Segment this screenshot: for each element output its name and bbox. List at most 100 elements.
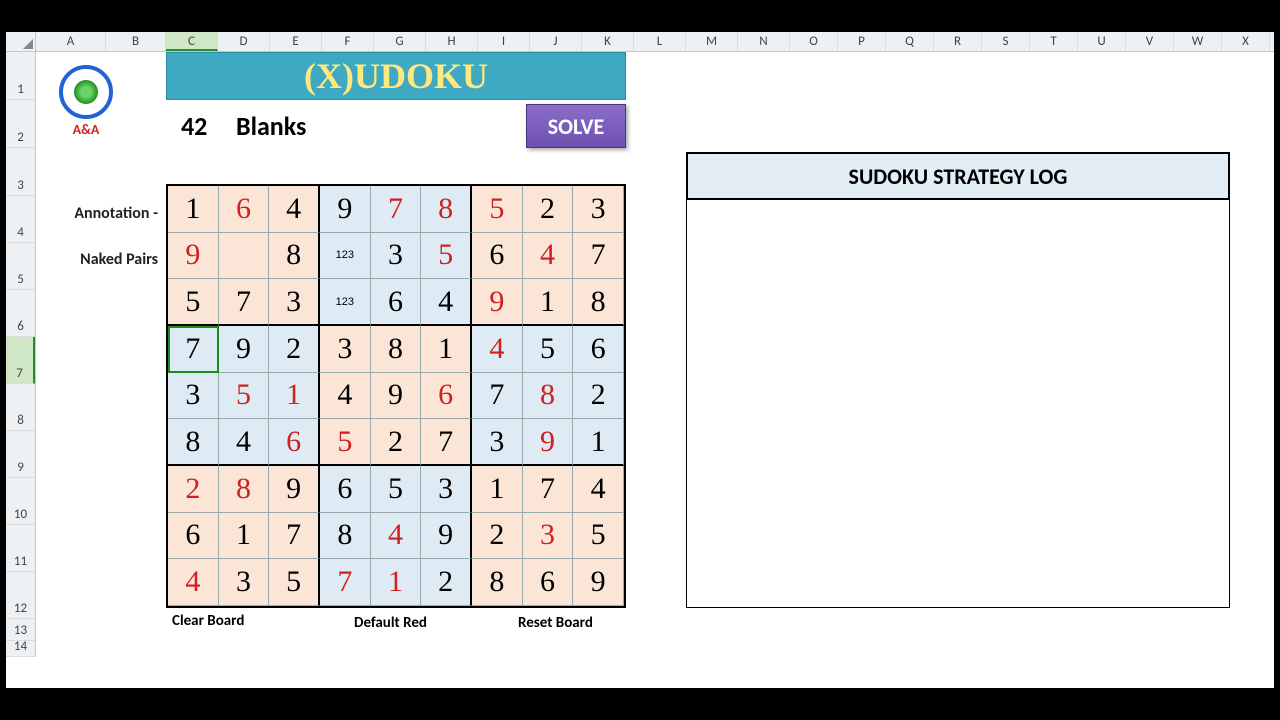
cell-r8-c8[interactable]: 3 xyxy=(523,513,574,560)
cell-r9-c5[interactable]: 1 xyxy=(371,559,422,606)
col-header-Q[interactable]: Q xyxy=(886,32,934,51)
cell-r5-c6[interactable]: 6 xyxy=(421,373,472,420)
cell-r9-c2[interactable]: 3 xyxy=(219,559,270,606)
col-header-P[interactable]: P xyxy=(838,32,886,51)
cell-r8-c2[interactable]: 1 xyxy=(219,513,270,560)
row-header-10[interactable]: 10 xyxy=(6,478,35,525)
col-header-G[interactable]: G xyxy=(374,32,426,51)
cell-r5-c5[interactable]: 9 xyxy=(371,373,422,420)
cell-r8-c1[interactable]: 6 xyxy=(168,513,219,560)
col-header-J[interactable]: J xyxy=(530,32,582,51)
col-header-D[interactable]: D xyxy=(218,32,270,51)
cell-r3-c8[interactable]: 1 xyxy=(523,279,574,326)
cell-r8-c6[interactable]: 9 xyxy=(421,513,472,560)
cell-r1-c4[interactable]: 9 xyxy=(320,186,371,233)
cell-r3-c6[interactable]: 4 xyxy=(421,279,472,326)
cell-r7-c1[interactable]: 2 xyxy=(168,466,219,513)
cell-r2-c5[interactable]: 3 xyxy=(371,233,422,280)
row-header-2[interactable]: 2 xyxy=(6,100,35,148)
col-header-O[interactable]: O xyxy=(790,32,838,51)
cell-r9-c3[interactable]: 5 xyxy=(269,559,320,606)
col-header-V[interactable]: V xyxy=(1126,32,1174,51)
cell-r9-c9[interactable]: 9 xyxy=(573,559,624,606)
cell-r2-c6[interactable]: 5 xyxy=(421,233,472,280)
cell-r4-c2[interactable]: 9 xyxy=(219,326,270,373)
row-header-8[interactable]: 8 xyxy=(6,384,35,431)
cell-r8-c3[interactable]: 7 xyxy=(269,513,320,560)
cell-r7-c4[interactable]: 6 xyxy=(320,466,371,513)
cell-r3-c1[interactable]: 5 xyxy=(168,279,219,326)
strategy-log-body[interactable] xyxy=(686,200,1230,608)
cell-r9-c7[interactable]: 8 xyxy=(472,559,523,606)
cell-r5-c7[interactable]: 7 xyxy=(472,373,523,420)
cell-r8-c9[interactable]: 5 xyxy=(573,513,624,560)
cell-r2-c3[interactable]: 8 xyxy=(269,233,320,280)
cell-r9-c6[interactable]: 2 xyxy=(421,559,472,606)
cell-r5-c4[interactable]: 4 xyxy=(320,373,371,420)
col-header-T[interactable]: T xyxy=(1030,32,1078,51)
col-header-N[interactable]: N xyxy=(738,32,790,51)
cell-r4-c4[interactable]: 3 xyxy=(320,326,371,373)
cell-r3-c3[interactable]: 3 xyxy=(269,279,320,326)
row-header-1[interactable]: 1 xyxy=(6,52,35,100)
reset-board-button[interactable]: Reset Board xyxy=(518,614,593,632)
select-all-corner[interactable] xyxy=(6,32,36,52)
cell-r3-c2[interactable]: 7 xyxy=(219,279,270,326)
cell-r7-c6[interactable]: 3 xyxy=(421,466,472,513)
cell-r5-c3[interactable]: 1 xyxy=(269,373,320,420)
cell-r2-c9[interactable]: 7 xyxy=(573,233,624,280)
cell-r2-c2[interactable] xyxy=(219,233,270,280)
cell-r5-c2[interactable]: 5 xyxy=(219,373,270,420)
cell-r1-c1[interactable]: 1 xyxy=(168,186,219,233)
cell-r6-c5[interactable]: 2 xyxy=(371,419,422,466)
cell-r3-c5[interactable]: 6 xyxy=(371,279,422,326)
col-header-B[interactable]: B xyxy=(106,32,166,51)
col-header-M[interactable]: M xyxy=(686,32,738,51)
sudoku-board[interactable]: 1649785239812335647573123649187923814563… xyxy=(166,184,626,608)
cell-r3-c7[interactable]: 9 xyxy=(472,279,523,326)
col-header-W[interactable]: W xyxy=(1174,32,1222,51)
row-header-11[interactable]: 11 xyxy=(6,525,35,572)
clear-board-button[interactable]: Clear Board xyxy=(172,612,244,630)
cell-r4-c3[interactable]: 2 xyxy=(269,326,320,373)
cell-r9-c4[interactable]: 7 xyxy=(320,559,371,606)
cell-r6-c4[interactable]: 5 xyxy=(320,419,371,466)
col-header-F[interactable]: F xyxy=(322,32,374,51)
cell-r6-c2[interactable]: 4 xyxy=(219,419,270,466)
cell-r1-c3[interactable]: 4 xyxy=(269,186,320,233)
cell-r4-c8[interactable]: 5 xyxy=(523,326,574,373)
cell-r4-c5[interactable]: 8 xyxy=(371,326,422,373)
col-header-L[interactable]: L xyxy=(634,32,686,51)
col-header-X[interactable]: X xyxy=(1222,32,1270,51)
cell-r8-c4[interactable]: 8 xyxy=(320,513,371,560)
cell-r4-c1[interactable]: 7 xyxy=(168,326,219,373)
cell-r9-c1[interactable]: 4 xyxy=(168,559,219,606)
row-header-3[interactable]: 3 xyxy=(6,148,35,196)
grid-canvas[interactable]: A&A (X)UDOKU 42 Blanks SOLVE Annotation … xyxy=(36,52,1274,688)
cell-r9-c8[interactable]: 6 xyxy=(523,559,574,606)
cell-r5-c9[interactable]: 2 xyxy=(573,373,624,420)
cell-r4-c6[interactable]: 1 xyxy=(421,326,472,373)
cell-r7-c2[interactable]: 8 xyxy=(219,466,270,513)
cell-r2-c7[interactable]: 6 xyxy=(472,233,523,280)
col-header-C[interactable]: C xyxy=(166,32,218,51)
cell-r7-c8[interactable]: 7 xyxy=(523,466,574,513)
cell-r8-c5[interactable]: 4 xyxy=(371,513,422,560)
col-header-I[interactable]: I xyxy=(478,32,530,51)
cell-r1-c5[interactable]: 7 xyxy=(371,186,422,233)
col-header-U[interactable]: U xyxy=(1078,32,1126,51)
col-header-A[interactable]: A xyxy=(36,32,106,51)
cell-r1-c9[interactable]: 3 xyxy=(573,186,624,233)
cell-r2-c8[interactable]: 4 xyxy=(523,233,574,280)
cell-r7-c9[interactable]: 4 xyxy=(573,466,624,513)
cell-r6-c3[interactable]: 6 xyxy=(269,419,320,466)
cell-r5-c8[interactable]: 8 xyxy=(523,373,574,420)
cell-r7-c5[interactable]: 5 xyxy=(371,466,422,513)
row-header-12[interactable]: 12 xyxy=(6,572,35,619)
cell-r6-c9[interactable]: 1 xyxy=(573,419,624,466)
cell-r6-c8[interactable]: 9 xyxy=(523,419,574,466)
cell-r6-c7[interactable]: 3 xyxy=(472,419,523,466)
cell-r3-c4[interactable]: 123 xyxy=(320,279,371,326)
col-header-S[interactable]: S xyxy=(982,32,1030,51)
cell-r6-c6[interactable]: 7 xyxy=(421,419,472,466)
